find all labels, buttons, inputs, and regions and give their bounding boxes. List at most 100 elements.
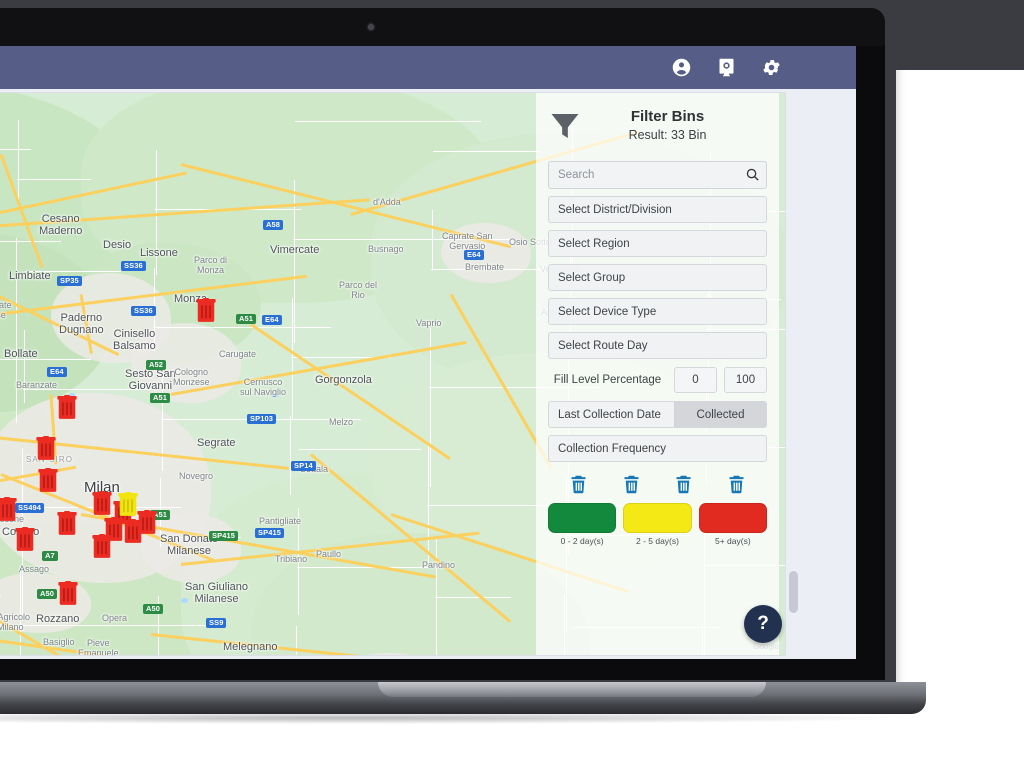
map-minor-road (18, 120, 20, 207)
map-road-shield: E64 (464, 250, 484, 260)
bin-icon-row (548, 473, 767, 496)
collected-option[interactable]: Collected (674, 402, 766, 427)
map-minor-road (19, 625, 211, 627)
map-minor-road (292, 298, 294, 419)
map-bin-marker[interactable] (91, 491, 113, 515)
fill-level-max-input[interactable] (724, 367, 767, 393)
select-group-label: Select Group (558, 271, 626, 284)
map-road-shield: A58 (263, 220, 284, 230)
map-road-shield: SP415 (255, 528, 285, 538)
map-road-shield: E64 (262, 315, 282, 325)
filter-bin-icon[interactable] (673, 473, 694, 496)
map-minor-road (295, 121, 481, 123)
laptop-base-notch (378, 682, 766, 697)
map-road-shield: SS9 (206, 618, 227, 628)
map-bin-marker[interactable] (0, 497, 18, 521)
map-road-shield: SS494 (15, 503, 45, 513)
filter-bin-icon[interactable] (568, 473, 589, 496)
map-road-shield: A7 (42, 551, 58, 561)
screen-viewport: SaronnoCesano MadernoDesioLissoneVimerca… (0, 46, 856, 659)
map-minor-road (25, 271, 121, 273)
select-route-day[interactable]: Select Route Day (548, 332, 767, 359)
collected-label: Collected (696, 408, 745, 421)
fill-legend-label: 0 - 2 day(s) (560, 536, 604, 546)
map-road-shield: SP103 (247, 414, 277, 424)
select-device-type[interactable]: Select Device Type (548, 298, 767, 325)
select-group[interactable]: Select Group (548, 264, 767, 291)
map-bin-marker[interactable] (14, 527, 36, 551)
search-icon[interactable] (745, 167, 760, 182)
map-place-label: Segrate (197, 437, 236, 449)
filter-panel-title: Filter Bins (630, 108, 705, 125)
filter-bin-icon[interactable] (621, 473, 642, 496)
filter-result-count: Result: 33 Bin (628, 127, 707, 142)
map-road-shield: SP14 (291, 461, 316, 471)
map-bin-marker[interactable] (35, 436, 57, 460)
map-bin-marker[interactable] (195, 298, 217, 322)
collection-frequency-label: Collection Frequency (558, 442, 667, 455)
filter-panel-titles: Filter Bins Result: 33 Bin (592, 107, 767, 142)
collection-frequency-field[interactable]: Collection Frequency (548, 435, 767, 462)
account-icon[interactable] (671, 57, 692, 78)
fill-legend-swatch[interactable] (623, 503, 692, 533)
map-minor-road (24, 330, 26, 403)
search-input[interactable] (548, 161, 767, 189)
app-header (0, 46, 856, 89)
map-road-shield: SP35 (57, 276, 82, 286)
map-minor-road (17, 179, 91, 181)
map-bin-marker[interactable] (91, 534, 113, 558)
map-road-shield: A50 (143, 604, 164, 614)
map-minor-road (23, 389, 151, 391)
map-frame[interactable]: SaronnoCesano MadernoDesioLissoneVimerca… (0, 92, 786, 656)
fill-legend-item: 5+ day(s) (698, 503, 767, 546)
fill-legend-swatch[interactable] (548, 503, 617, 533)
map-water (271, 393, 279, 398)
fill-legend-row: 0 - 2 day(s) 2 - 5 day(s) 5+ day(s) (548, 503, 767, 546)
map-road-shield: A51 (236, 314, 257, 324)
header-icon-group (671, 57, 782, 78)
webcam-icon (368, 24, 374, 30)
map-minor-road (16, 238, 18, 423)
map-minor-road (299, 449, 421, 451)
select-district-division-label: Select District/Division (558, 203, 672, 216)
page-scrollbar-thumb[interactable] (789, 571, 798, 613)
last-collection-date-option[interactable]: Last Collection Date (549, 402, 674, 427)
map-bin-marker[interactable] (37, 468, 59, 492)
map-minor-road (435, 597, 511, 599)
map-bin-marker[interactable] (117, 492, 139, 516)
map-road-shield: A52 (146, 360, 167, 370)
map-road-shield: SS36 (131, 306, 156, 316)
select-device-type-label: Select Device Type (558, 305, 657, 318)
search-row (548, 161, 767, 189)
select-district-division[interactable]: Select District/Division (548, 196, 767, 223)
help-button[interactable]: ? (744, 605, 782, 643)
map-road-shield: A50 (37, 589, 58, 599)
map-minor-road (0, 595, 1, 597)
map-bin-marker[interactable] (56, 511, 78, 535)
map-minor-road (296, 626, 298, 655)
map-minor-road (290, 416, 292, 495)
map-road-shield: A51 (150, 393, 171, 403)
fill-level-label: Fill Level Percentage (553, 373, 662, 386)
device-icon[interactable] (716, 57, 737, 78)
laptop-mockup: SaronnoCesano MadernoDesioLissoneVimerca… (0, 0, 1024, 764)
fill-level-row: Fill Level Percentage (548, 367, 767, 393)
map-minor-road (430, 328, 432, 487)
fill-legend-label: 2 - 5 day(s) (635, 536, 679, 546)
fill-legend-label: 5+ day(s) (714, 536, 751, 546)
map-bin-marker[interactable] (136, 510, 158, 534)
map-minor-road (0, 359, 91, 361)
app-body: SaronnoCesano MadernoDesioLissoneVimerca… (0, 89, 856, 659)
fill-level-min-input[interactable] (674, 367, 717, 393)
filter-bin-icon[interactable] (726, 473, 747, 496)
map-bin-marker[interactable] (56, 395, 78, 419)
collection-toggle: Last Collection Date Collected (548, 401, 767, 428)
select-region[interactable]: Select Region (548, 230, 767, 257)
map-bin-marker[interactable] (57, 581, 79, 605)
settings-gear-icon[interactable] (761, 57, 782, 78)
filter-bins-panel: Filter Bins Result: 33 Bin Select Distri… (536, 93, 779, 655)
fill-legend-item: 2 - 5 day(s) (623, 503, 692, 546)
map-road-shield: SS36 (121, 261, 146, 271)
filter-panel-header: Filter Bins Result: 33 Bin (548, 107, 767, 153)
fill-legend-swatch[interactable] (698, 503, 767, 533)
